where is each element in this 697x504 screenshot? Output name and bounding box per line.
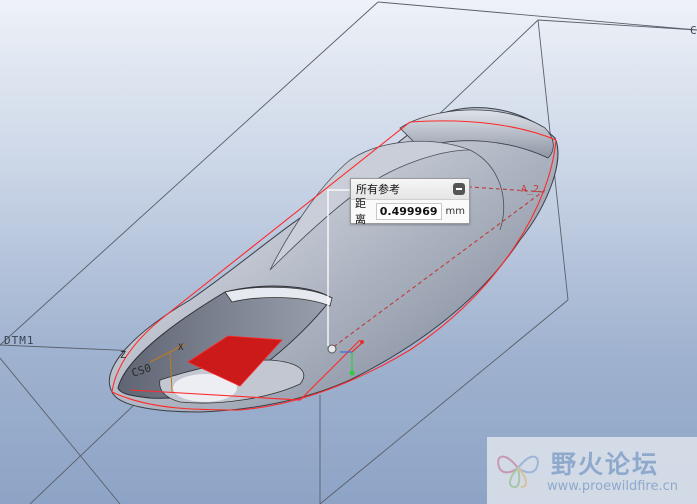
butterfly-logo-icon xyxy=(497,455,539,489)
axis-label-x: X xyxy=(178,343,184,353)
watermark-title: 野火论坛 xyxy=(551,450,660,479)
reference-measure-panel[interactable]: 所有参考 距离 0.499969 mm xyxy=(350,178,470,226)
distance-row: 距离 0.499969 mm xyxy=(351,197,469,226)
distance-unit: mm xyxy=(445,205,465,217)
graphics-viewport[interactable]: A_2 Z X CS0 DTM1 C 所有参考 距离 0.499969 mm 野… xyxy=(0,0,697,504)
pick-point[interactable] xyxy=(327,344,337,354)
model-scene[interactable]: A_2 Z X CS0 xyxy=(0,0,697,504)
axis-label-a2: A_2 xyxy=(521,184,539,195)
minus-icon[interactable] xyxy=(453,183,465,195)
axis-label-z: Z xyxy=(120,350,126,361)
distance-label: 距离 xyxy=(355,197,366,226)
datum-label-dtm1[interactable]: DTM1 xyxy=(4,334,35,347)
watermark-url: www.proewildfire.cn xyxy=(547,479,678,494)
datum-label-corner[interactable]: C xyxy=(690,24,697,37)
watermark: 野火论坛 www.proewildfire.cn xyxy=(487,437,697,504)
distance-value[interactable]: 0.499969 xyxy=(375,202,442,220)
